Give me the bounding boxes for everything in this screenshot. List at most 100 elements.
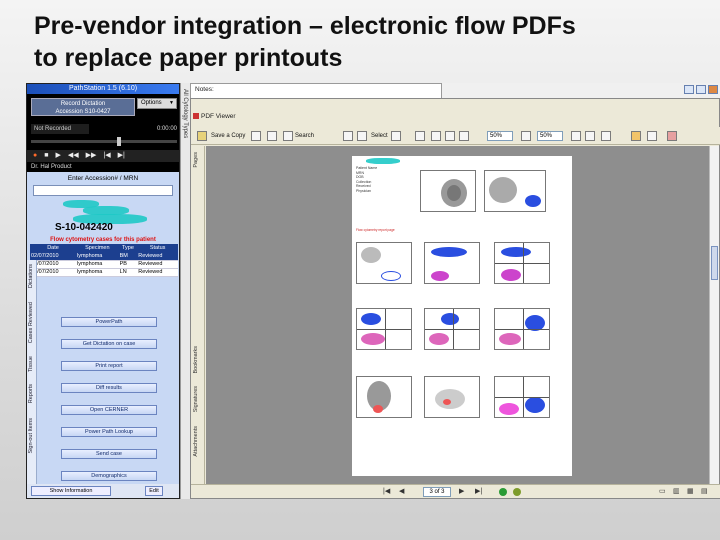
rotate-icon[interactable] [601, 131, 611, 141]
zoom-marquee-icon[interactable] [521, 131, 531, 141]
time-readout: 0:00:00 [156, 126, 177, 132]
table-cell: Reviewed [137, 268, 178, 277]
cytology-types-strip[interactable]: All Cytology Types [180, 83, 190, 499]
fit-width-icon[interactable] [459, 131, 469, 141]
powerpath-button[interactable]: PowerPath [61, 317, 157, 327]
case-panel: Enter Accession# / MRN S-10-042420 Flow … [27, 172, 179, 490]
chevron-down-icon: ▼ [169, 100, 174, 106]
save-copy-button[interactable]: Save a Copy [211, 130, 245, 142]
slider-knob[interactable] [117, 137, 121, 146]
fit-page-icon[interactable] [445, 131, 455, 141]
zoom-select[interactable]: 50% [487, 131, 513, 141]
snapshot-icon[interactable] [391, 131, 401, 141]
go-forward-icon[interactable] [513, 488, 521, 496]
demographics-button[interactable]: Demographics [61, 471, 157, 481]
pdf-page: Patient Name MRN DOB Collection Received… [352, 156, 572, 476]
side-tabs: Dictations Cases Reviewed Tissue Reports… [27, 260, 37, 490]
email-icon[interactable] [267, 131, 277, 141]
continuous-facing-icon[interactable]: ▤ [701, 487, 708, 497]
hand-tool-icon[interactable] [343, 131, 353, 141]
pdf-viewer-window: PDF Viewer Save a Copy Search Select 50%… [190, 98, 720, 499]
maximize-icon[interactable] [696, 85, 706, 94]
first-page-icon[interactable]: |◀ [383, 487, 390, 497]
facing-icon[interactable]: ▦ [687, 487, 694, 497]
print-report-button[interactable]: Print report [61, 361, 157, 371]
pathstation-window: PathStation 1.5 (6.10) Record Dictation … [26, 83, 180, 499]
redaction-mark [366, 158, 400, 164]
signatures-tab[interactable]: Signatures [193, 386, 199, 412]
fast-forward-icon[interactable]: ▶▶ [86, 150, 97, 162]
column-header: Specimen [76, 244, 119, 252]
open-folder-icon[interactable] [197, 131, 207, 141]
next-page-icon[interactable]: ▶ [459, 487, 464, 497]
pathstation-footer: Show Information Edit [27, 484, 179, 498]
skip-back-icon[interactable]: |◀ [103, 150, 110, 162]
powerpath-lookup-button[interactable]: Power Path Lookup [61, 427, 157, 437]
edit-button[interactable]: Edit [145, 486, 163, 496]
recorder-panel: Record Dictation Accession S10-0427 Opti… [27, 94, 179, 150]
pdf-statusbar: |◀ ◀ 3 of 3 ▶ ▶| ▭ ▥ ▦ ▤ [191, 484, 720, 498]
play-icon[interactable]: ▶ [55, 150, 60, 162]
side-tab[interactable]: Tissue [28, 356, 34, 372]
close-icon[interactable] [708, 85, 718, 94]
redacted-patient-info: S-10-042420 [27, 198, 179, 236]
go-back-icon[interactable] [499, 488, 507, 496]
pdf-vertical-scrollbar[interactable] [709, 146, 719, 486]
skip-forward-icon[interactable]: ▶| [118, 150, 125, 162]
table-row[interactable]: 02/07/2010 lymphoma PB Reviewed [30, 260, 178, 269]
previous-view-icon[interactable] [571, 131, 581, 141]
options-dropdown[interactable]: Options ▼ [137, 98, 177, 109]
accession-input[interactable] [33, 185, 173, 196]
zoom-out-icon[interactable] [431, 131, 441, 141]
get-dictation-button[interactable]: Get Dictation on case [61, 339, 157, 349]
pdf-canvas[interactable]: Patient Name MRN DOB Collection Received… [206, 146, 711, 486]
side-tab[interactable]: Dictations [28, 264, 34, 288]
pathstation-titlebar: PathStation 1.5 (6.10) [27, 84, 179, 94]
diff-results-button[interactable]: Diff results [61, 383, 157, 393]
header-line: Patient Name [356, 166, 378, 170]
column-header: Date [30, 244, 76, 252]
last-page-icon[interactable]: ▶| [475, 487, 482, 497]
record-dictation-subline: Accession S10-0427 [55, 109, 111, 115]
search-button[interactable]: Search [295, 130, 314, 142]
open-cerner-button[interactable]: Open CERNER [61, 405, 157, 415]
attachments-tab[interactable]: Attachments [193, 426, 199, 457]
page-indicator[interactable]: 3 of 3 [423, 487, 451, 497]
yahoo-icon[interactable] [667, 131, 677, 141]
table-row[interactable]: 02/07/2010 lymphoma LN Reviewed [30, 268, 178, 277]
select-button[interactable]: Select [371, 130, 388, 142]
single-page-icon[interactable]: ▭ [659, 487, 666, 497]
minimize-icon[interactable] [684, 85, 694, 94]
rewind-icon[interactable]: ◀◀ [68, 150, 79, 162]
stop-icon[interactable]: ■ [44, 150, 48, 162]
pages-tab[interactable]: Pages [193, 152, 199, 168]
table-cell: 02/07/2010 [30, 252, 76, 261]
cytology-types-label: All Cytology Types [182, 89, 188, 139]
send-case-button[interactable]: Send case [61, 449, 157, 459]
binoculars-icon[interactable] [283, 131, 293, 141]
continuous-icon[interactable]: ▥ [673, 487, 680, 497]
flow-plot [424, 308, 480, 350]
pdf-side-tabs: Pages Bookmarks Signatures Attachments [191, 146, 205, 486]
zoom-in-icon[interactable] [415, 131, 425, 141]
scrollbar-thumb[interactable] [711, 246, 718, 280]
side-tab[interactable]: Sign-out Items [28, 418, 34, 453]
record-dictation-button[interactable]: Record Dictation Accession S10-0427 [31, 98, 135, 116]
comment-icon[interactable] [647, 131, 657, 141]
options-label: Options [141, 100, 162, 106]
previous-page-icon[interactable]: ◀ [399, 487, 404, 497]
table-cell: PB [118, 260, 138, 269]
show-information-button[interactable]: Show Information [31, 486, 111, 496]
zoom-select-secondary[interactable]: 50% [537, 131, 563, 141]
table-row[interactable]: 02/07/2010 lymphoma BM Reviewed [30, 252, 178, 261]
side-tab[interactable]: Cases Reviewed [28, 302, 34, 343]
select-tool-icon[interactable] [357, 131, 367, 141]
print-icon[interactable] [251, 131, 261, 141]
position-slider[interactable] [31, 137, 177, 146]
record-icon[interactable]: ● [33, 150, 37, 162]
next-view-icon[interactable] [585, 131, 595, 141]
pdf-viewer-titlebar: PDF Viewer [191, 99, 443, 126]
side-tab[interactable]: Reports [28, 384, 34, 403]
pencil-icon[interactable] [631, 131, 641, 141]
bookmarks-tab[interactable]: Bookmarks [193, 346, 199, 374]
